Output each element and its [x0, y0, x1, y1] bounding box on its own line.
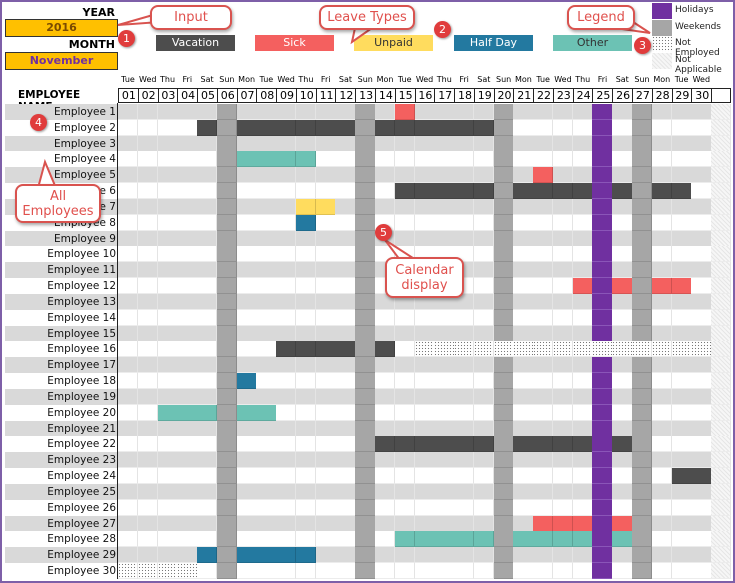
callout-leave-types: Leave Types [319, 5, 415, 30]
callout-legend: Legend [567, 5, 635, 30]
callout-pointers [36, 11, 651, 261]
callout-calendar-display: Calendar display [385, 257, 464, 298]
callout-all-employees: All Employees [15, 184, 101, 223]
marker-4: 4 [30, 114, 47, 131]
callout-input: Input [150, 5, 232, 30]
marker-3: 3 [634, 37, 651, 54]
marker-1: 1 [118, 30, 135, 47]
leave-tracker-sheet: YEAR 2016 MONTH November Vacation Sick Unp… [0, 0, 735, 583]
marker-5: 5 [375, 224, 392, 241]
marker-2: 2 [434, 21, 451, 38]
